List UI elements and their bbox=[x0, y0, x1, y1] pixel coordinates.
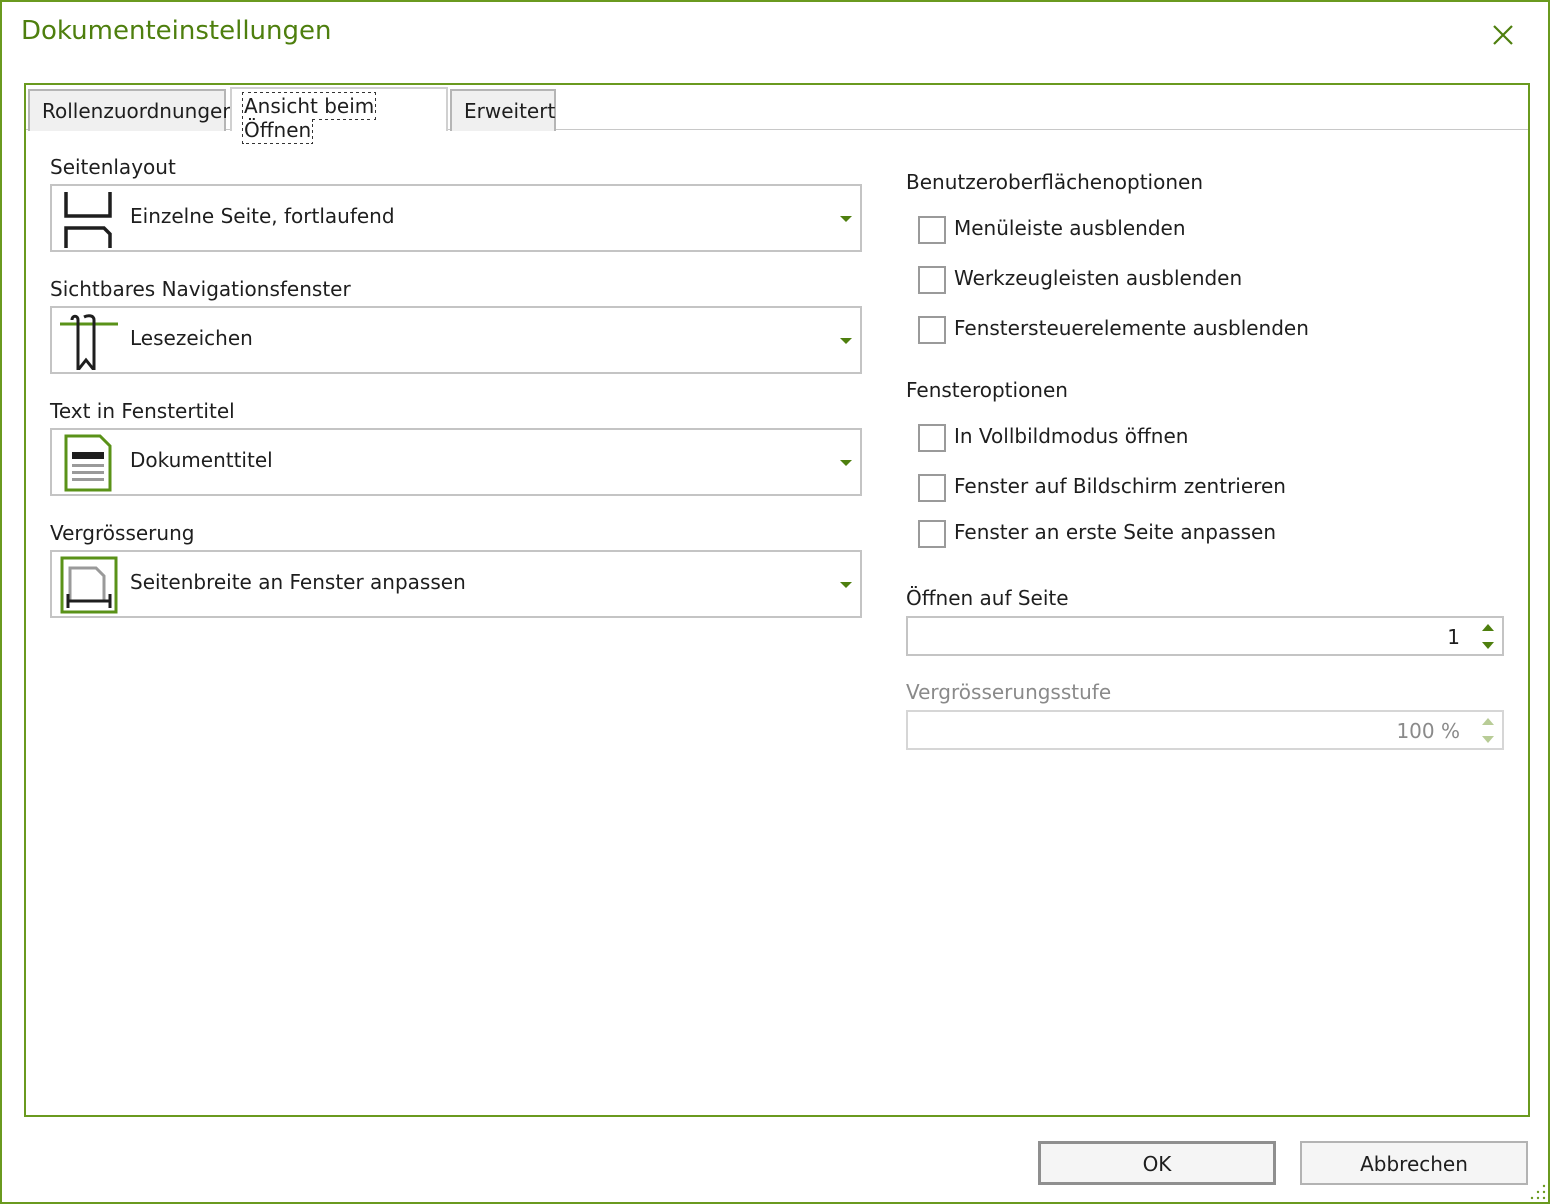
checkbox-box[interactable] bbox=[918, 316, 946, 344]
document-title-icon bbox=[64, 434, 112, 492]
checkbox-box[interactable] bbox=[918, 424, 946, 452]
stepper-down-icon bbox=[1482, 736, 1494, 743]
checkbox-label: Werkzeugleisten ausblenden bbox=[954, 266, 1243, 290]
chevron-down-icon bbox=[840, 582, 852, 588]
magnification-dropdown[interactable]: Seitenbreite an Fenster anpassen bbox=[50, 550, 862, 618]
document-settings-dialog: Dokumenteinstellungen Rollenzuordnungen … bbox=[0, 0, 1550, 1204]
stepper-up-icon bbox=[1482, 718, 1494, 725]
tab-rollenzuordnungen[interactable]: Rollenzuordnungen bbox=[28, 89, 235, 131]
page-layout-value: Einzelne Seite, fortlaufend bbox=[130, 204, 395, 228]
fit-width-icon bbox=[60, 556, 118, 614]
checkbox-label: Fenster an erste Seite anpassen bbox=[954, 520, 1277, 544]
single-page-continuous-icon bbox=[64, 192, 112, 248]
navigation-dropdown[interactable]: Lesezeichen bbox=[50, 306, 862, 374]
tab-label: Rollenzuordnungen bbox=[42, 99, 236, 123]
open-page-label: Öffnen auf Seite bbox=[906, 586, 1069, 610]
zoom-level-label: Vergrösserungsstufe bbox=[906, 680, 1112, 704]
checkbox-box[interactable] bbox=[918, 520, 946, 548]
open-page-stepper[interactable]: 1 bbox=[906, 616, 1504, 656]
tab-panel: Rollenzuordnungen Ansicht beim Öffnen Er… bbox=[24, 83, 1530, 1117]
resize-grip-icon[interactable] bbox=[1530, 1184, 1546, 1200]
ui-options-heading: Benutzeroberflächenoptionen bbox=[906, 170, 1203, 194]
magnification-label: Vergrösserung bbox=[50, 521, 195, 545]
zoom-level-stepper: 100 % bbox=[906, 710, 1504, 750]
tab-erweitert[interactable]: Erweitert bbox=[450, 89, 556, 131]
checkbox-label: Fenster auf Bildschirm zentrieren bbox=[954, 474, 1286, 498]
chevron-down-icon bbox=[840, 460, 852, 466]
chevron-down-icon bbox=[840, 216, 852, 222]
window-title-label: Text in Fenstertitel bbox=[50, 399, 235, 423]
page-layout-dropdown[interactable]: Einzelne Seite, fortlaufend bbox=[50, 184, 862, 252]
checkbox-box[interactable] bbox=[918, 474, 946, 502]
chevron-down-icon bbox=[840, 338, 852, 344]
checkbox-label: In Vollbildmodus öffnen bbox=[954, 424, 1189, 448]
checkbox-box[interactable] bbox=[918, 266, 946, 294]
ok-button[interactable]: OK bbox=[1038, 1141, 1276, 1185]
window-options-heading: Fensteroptionen bbox=[906, 378, 1068, 402]
dialog-title: Dokumenteinstellungen bbox=[21, 16, 332, 46]
tab-label: Ansicht beim Öffnen bbox=[241, 92, 377, 144]
zoom-level-value: 100 % bbox=[1396, 719, 1460, 743]
tab-label: Erweitert bbox=[464, 99, 556, 123]
window-title-value: Dokumenttitel bbox=[130, 448, 273, 472]
cancel-button[interactable]: Abbrechen bbox=[1300, 1141, 1528, 1185]
stepper-up-icon[interactable] bbox=[1482, 624, 1494, 631]
open-page-value: 1 bbox=[1447, 625, 1460, 649]
stepper-down-icon[interactable] bbox=[1482, 642, 1494, 649]
page-layout-label: Seitenlayout bbox=[50, 155, 176, 179]
navigation-label: Sichtbares Navigationsfenster bbox=[50, 277, 351, 301]
navigation-value: Lesezeichen bbox=[130, 326, 253, 350]
window-title-dropdown[interactable]: Dokumenttitel bbox=[50, 428, 862, 496]
checkbox-label: Fenstersteuerelemente ausblenden bbox=[954, 316, 1309, 340]
checkbox-label: Menüleiste ausblenden bbox=[954, 216, 1186, 240]
close-icon[interactable] bbox=[1488, 20, 1518, 50]
bookmark-icon bbox=[60, 314, 118, 370]
magnification-value: Seitenbreite an Fenster anpassen bbox=[130, 570, 466, 594]
checkbox-box[interactable] bbox=[918, 216, 946, 244]
tab-ansicht-beim-oeffnen[interactable]: Ansicht beim Öffnen bbox=[230, 87, 448, 144]
